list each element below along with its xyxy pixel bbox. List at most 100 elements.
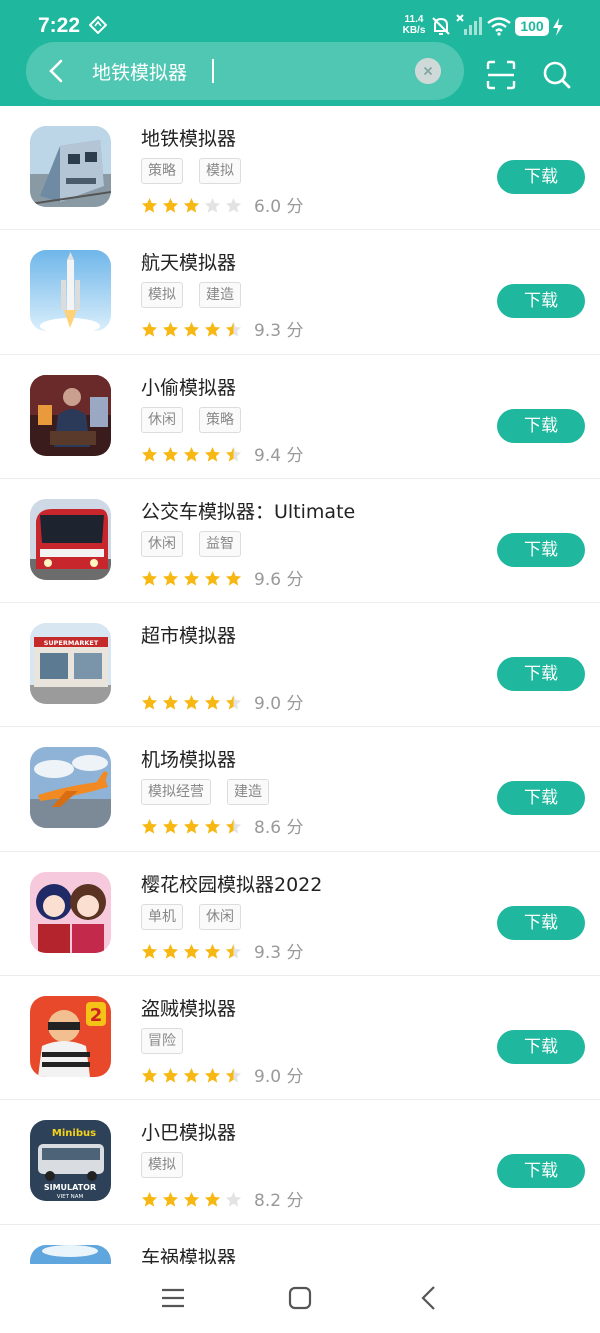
tag: 冒险: [141, 1028, 183, 1055]
star-full-icon: [204, 1068, 221, 1083]
score: 8.6 分: [254, 818, 304, 839]
star-full-icon: [141, 943, 158, 959]
star-full-icon: [162, 819, 179, 835]
star-full-icon: [225, 570, 242, 586]
download-button[interactable]: 下载: [497, 408, 585, 443]
star-rating: [141, 941, 246, 960]
app-row[interactable]: 航天模拟器 模拟 建造 9.3 分 下载: [0, 230, 600, 355]
scan-icon[interactable]: [485, 59, 517, 91]
back-icon[interactable]: [418, 1284, 440, 1312]
location-icon: [89, 16, 107, 34]
app-name: 超市模拟器: [141, 625, 237, 648]
rating: 9.6 分: [141, 565, 304, 590]
star-full-icon: [162, 1192, 179, 1207]
app-name: 樱花校园模拟器2022: [141, 873, 323, 896]
search-input[interactable]: [92, 55, 402, 87]
download-button[interactable]: 下载: [497, 284, 585, 319]
app-name: 机场模拟器: [141, 749, 237, 772]
search-results-list: 地铁模拟器 策略 模拟 6.0 分 下载 航天模拟器 模拟 建造 9.3 分 下载: [0, 106, 600, 1265]
app-row[interactable]: 樱花校园模拟器2022 单机 休闲 9.3 分 下载: [0, 852, 600, 977]
app-row[interactable]: 小偷模拟器 休闲 策略 9.4 分 下载: [0, 355, 600, 479]
supermarket-sign: SUPERMARKET: [44, 639, 99, 647]
star-full-icon: [162, 197, 179, 213]
rating: 9.3 分: [141, 316, 304, 342]
thief-icon: [30, 374, 111, 456]
tag-list: 策略 模拟: [141, 158, 257, 184]
star-full-icon: [162, 695, 179, 710]
star-full-icon: [141, 322, 158, 337]
rating: 8.2 分: [141, 1186, 303, 1211]
tag: 单机: [141, 903, 183, 930]
app-row[interactable]: 车祸模拟器: [0, 1225, 600, 1265]
app-row[interactable]: 机场模拟器 模拟经营 建造 8.6 分 下载: [0, 727, 600, 852]
star-half-icon: [225, 819, 242, 835]
star-full-icon: [204, 322, 221, 337]
rating: 9.0 分: [141, 689, 303, 714]
star-full-icon: [141, 446, 158, 462]
close-icon[interactable]: [415, 58, 441, 84]
app-row[interactable]: SUPERMARKET 超市模拟器 9.0 分 下载: [0, 603, 600, 728]
search-icon[interactable]: [541, 59, 573, 91]
app-row[interactable]: 地铁模拟器 策略 模拟 6.0 分 下载: [0, 106, 600, 231]
score: 9.3 分: [254, 321, 304, 342]
star-half-icon: [225, 943, 242, 959]
star-full-icon: [183, 1068, 200, 1083]
battery-icon: 100: [515, 17, 549, 36]
star-empty-icon: [225, 197, 242, 213]
menu-icon[interactable]: [160, 1286, 186, 1310]
download-button[interactable]: 下载: [497, 905, 585, 940]
star-rating: [141, 816, 246, 835]
app-row[interactable]: 2 盗贼模拟器 冒险 9.0 分 下载: [0, 976, 600, 1101]
score: 9.6 分: [254, 569, 304, 590]
net-speed-value: 11.4: [404, 14, 424, 25]
app-row[interactable]: 公交车模拟器：Ultimate 休闲 益智 9.6 分 下载: [0, 479, 600, 604]
star-rating: [141, 195, 246, 214]
home-icon[interactable]: [287, 1285, 313, 1311]
net-speed-unit: KB/s: [402, 25, 426, 36]
star-full-icon: [204, 570, 221, 586]
download-button[interactable]: 下载: [497, 657, 585, 692]
robber-badge: 2: [90, 1005, 103, 1026]
star-full-icon: [162, 322, 179, 337]
tag: 模拟: [199, 158, 241, 184]
minibus-logo: Minibus: [52, 1128, 96, 1139]
tag-list: 模拟经营 建造: [141, 779, 285, 806]
tag-list: 休闲 策略: [141, 406, 257, 433]
rating: 9.3 分: [141, 938, 304, 963]
star-full-icon: [204, 695, 221, 710]
app-name: 地铁模拟器: [141, 128, 237, 150]
no-signal-icon: [456, 14, 482, 35]
star-rating: [141, 1065, 246, 1084]
tag: 建造: [199, 282, 241, 309]
tag-list: 模拟 建造: [141, 282, 257, 309]
download-button[interactable]: 下载: [497, 532, 585, 567]
download-button[interactable]: 下载: [497, 1154, 585, 1189]
anime-girls-icon: [30, 871, 111, 953]
star-full-icon: [183, 819, 200, 835]
star-full-icon: [183, 322, 200, 337]
download-button[interactable]: 下载: [497, 1030, 585, 1065]
tag: 模拟: [141, 282, 183, 309]
star-empty-icon: [204, 197, 221, 213]
tag: 休闲: [199, 903, 241, 930]
star-full-icon: [141, 695, 158, 710]
score: 9.4 分: [254, 445, 304, 466]
tag-list: 模拟: [141, 1152, 199, 1179]
app-row[interactable]: Minibus SIMULATOR VIET NAM 小巴模拟器 模拟 8.2 …: [0, 1100, 600, 1225]
star-full-icon: [141, 197, 158, 213]
system-nav-bar: [0, 1264, 600, 1333]
download-button[interactable]: 下载: [497, 160, 585, 194]
score: 9.3 分: [254, 942, 304, 963]
star-half-icon: [225, 695, 242, 710]
rating: 9.0 分: [141, 1062, 303, 1087]
app-name: 车祸模拟器: [141, 1246, 237, 1265]
score: 6.0 分: [254, 197, 304, 217]
tag: 模拟: [141, 1152, 183, 1179]
rocket-icon: [30, 250, 111, 332]
star-rating: [141, 1189, 246, 1208]
star-full-icon: [141, 1068, 158, 1083]
minibus-sub1: SIMULATOR: [44, 1183, 96, 1192]
download-button[interactable]: 下载: [497, 781, 585, 816]
app-header: 7:22 11.4 KB/s 100: [0, 0, 600, 106]
chevron-left-icon[interactable]: [38, 52, 74, 90]
